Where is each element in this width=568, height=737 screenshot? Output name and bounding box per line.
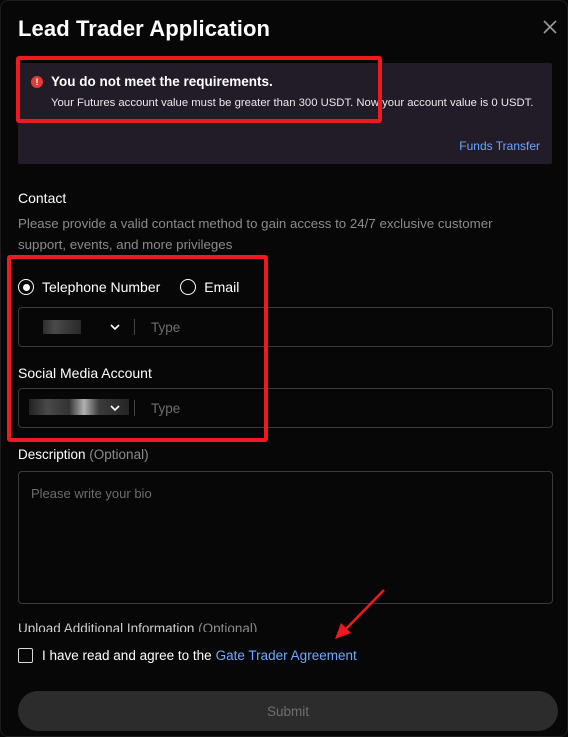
redacted-country-code [43, 320, 81, 334]
trader-agreement-link[interactable]: Gate Trader Agreement [216, 648, 357, 663]
agreement-text: I have read and agree to the [42, 648, 212, 663]
contact-label: Contact [18, 190, 67, 206]
radio-email[interactable]: Email [180, 279, 239, 295]
alert-title: You do not meet the requirements. [51, 74, 273, 89]
requirements-alert: ! You do not meet the requirements. Your… [18, 63, 552, 164]
telephone-field [18, 307, 553, 347]
social-media-label: Social Media Account [18, 365, 152, 381]
agreement-row: I have read and agree to the Gate Trader… [18, 648, 357, 663]
error-icon: ! [31, 75, 43, 88]
chevron-down-icon [110, 405, 120, 412]
alert-body: Your Futures account value must be great… [51, 97, 534, 109]
modal-title: Lead Trader Application [18, 16, 271, 41]
submit-button[interactable]: Submit [18, 691, 558, 731]
upload-label-text: Upload Additional Information [18, 622, 195, 632]
radio-telephone-circle[interactable] [18, 279, 34, 295]
upload-label: Upload Additional Information (Optional) [18, 622, 257, 632]
bio-textarea[interactable] [18, 471, 553, 604]
description-optional: (Optional) [89, 447, 149, 462]
country-code-select[interactable] [19, 308, 134, 346]
funds-transfer-link[interactable]: Funds Transfer [459, 139, 540, 153]
close-icon[interactable] [540, 17, 560, 37]
description-label: Description (Optional) [18, 447, 149, 462]
social-platform-select[interactable] [19, 389, 134, 427]
chevron-down-icon [110, 324, 120, 331]
contact-method-radios: Telephone Number Email [18, 279, 239, 295]
radio-email-label: Email [204, 279, 240, 295]
radio-telephone-label: Telephone Number [42, 279, 161, 295]
social-media-input[interactable] [135, 389, 552, 427]
radio-email-circle[interactable] [180, 279, 197, 295]
telephone-input[interactable] [135, 308, 552, 346]
agreement-checkbox[interactable] [18, 648, 33, 663]
contact-help-text: Please provide a valid contact method to… [18, 216, 493, 252]
description-label-text: Description [18, 447, 86, 462]
lead-trader-modal: Lead Trader Application ! You do not mee… [0, 0, 568, 737]
radio-telephone[interactable]: Telephone Number [18, 279, 160, 295]
social-media-field [18, 388, 553, 428]
alert-header: ! You do not meet the requirements. [31, 74, 273, 89]
upload-optional: (Optional) [198, 622, 258, 632]
